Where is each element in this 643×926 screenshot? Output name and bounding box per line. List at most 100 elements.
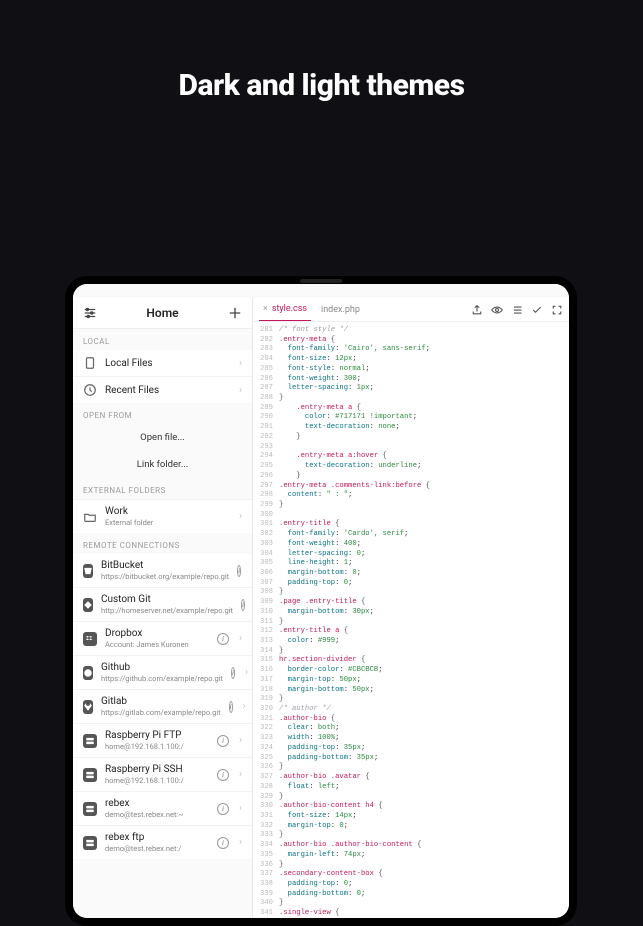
line-number: 338 <box>253 880 279 890</box>
settings-icon[interactable] <box>81 304 99 322</box>
section-label-open-from: OPEN FROM <box>73 403 252 424</box>
sidebar-item-remote[interactable]: Raspberry Pi SSHhome@192.168.1.100:/ i › <box>73 757 252 791</box>
line-number: 340 <box>253 899 279 909</box>
info-icon[interactable]: i <box>217 633 229 645</box>
line-number: 296 <box>253 472 279 482</box>
row-label: Raspberry Pi SSHhome@192.168.1.100:/ <box>105 764 209 785</box>
line-number: 324 <box>253 744 279 754</box>
connection-icon <box>83 598 93 612</box>
sidebar-item-remote[interactable]: BitBuckethttps://bitbucket.org/example/r… <box>73 554 252 587</box>
connection-icon <box>83 564 93 578</box>
sidebar-item-remote[interactable]: Githubhttps://github.com/example/repo.gi… <box>73 655 252 689</box>
line-number: 304 <box>253 550 279 560</box>
code-line: 319} <box>253 695 569 705</box>
connection-icon <box>83 734 97 748</box>
code-line: 328 float: left; <box>253 783 569 793</box>
sidebar-item-remote[interactable]: rebex ftpdemo@test.rebex.net:/i› <box>73 825 252 859</box>
line-number: 299 <box>253 501 279 511</box>
info-icon[interactable]: i <box>217 837 229 849</box>
line-number: 297 <box>253 482 279 492</box>
row-label: Custom Githttp://homeserver.net/example/… <box>101 594 233 615</box>
line-number: 291 <box>253 423 279 433</box>
code-line: 311} <box>253 618 569 628</box>
row-label: Recent Files <box>105 385 231 396</box>
sidebar-item-remote[interactable]: Gitlabhttps://gitlab.com/example/repo.gi… <box>73 689 252 723</box>
hero-title: Dark and light themes <box>0 68 643 103</box>
list-icon[interactable] <box>511 304 523 316</box>
line-number: 301 <box>253 520 279 530</box>
sidebar-item-remote[interactable]: DropboxAccount: James Kuroneni› <box>73 621 252 655</box>
code-line: 324 padding-top: 35px; <box>253 744 569 754</box>
line-number: 310 <box>253 608 279 618</box>
line-number: 292 <box>253 433 279 443</box>
code-line: 287 letter-spacing: 1px; <box>253 384 569 394</box>
row-label: Gitlabhttps://gitlab.com/example/repo.gi… <box>101 696 221 717</box>
tab-index-php[interactable]: index.php <box>317 298 364 321</box>
app-screen: Home LOCAL Local Files › Recent Files <box>73 284 569 918</box>
code-line: 303 font-weight: 400; <box>253 540 569 550</box>
line-number: 328 <box>253 783 279 793</box>
chevron-right-icon: › <box>239 769 242 780</box>
tablet-frame: Home LOCAL Local Files › Recent Files <box>65 276 577 926</box>
code-line: 286 font-weight: 300; <box>253 375 569 385</box>
line-number: 300 <box>253 511 279 521</box>
info-icon[interactable]: i <box>217 735 229 747</box>
sidebar-item-recent-files[interactable]: Recent Files › <box>73 376 252 403</box>
chevron-right-icon: › <box>239 803 242 814</box>
code-line: 315hr.section-divider { <box>253 656 569 666</box>
sidebar-item-remote[interactable]: Raspberry Pi FTPhome@192.168.1.100:/i› <box>73 723 252 757</box>
code-line: 285 font-style: normal; <box>253 365 569 375</box>
row-label: Work External folder <box>105 506 231 527</box>
code-line: 317 margin-top: 50px; <box>253 676 569 686</box>
code-line: 301.entry-title { <box>253 520 569 530</box>
connection-icon <box>83 700 93 714</box>
info-icon[interactable]: i <box>229 701 233 713</box>
info-icon[interactable]: i <box>217 803 229 815</box>
code-line: 325 padding-bottom: 35px; <box>253 754 569 764</box>
line-number: 315 <box>253 656 279 666</box>
row-label: Raspberry Pi FTPhome@192.168.1.100:/ <box>105 730 209 751</box>
sidebar-item-remote[interactable]: Custom Githttp://homeserver.net/example/… <box>73 587 252 621</box>
code-line: 337.secondary-content-box { <box>253 870 569 880</box>
code-line: 338 padding-top: 0; <box>253 880 569 890</box>
open-file-link[interactable]: Open file... <box>73 424 252 451</box>
line-number: 289 <box>253 404 279 414</box>
info-icon[interactable]: i <box>237 565 241 577</box>
chevron-right-icon: › <box>239 837 242 848</box>
chevron-right-icon: › <box>239 511 242 522</box>
line-number: 285 <box>253 365 279 375</box>
info-icon[interactable]: i <box>217 769 229 781</box>
code-line: 305 line-height: 1; <box>253 559 569 569</box>
code-line: 307 padding-top: 0; <box>253 579 569 589</box>
chevron-right-icon: › <box>239 358 242 369</box>
code-line: 309.page .entry-title { <box>253 598 569 608</box>
editor-pane: × style.css index.php 281/* <box>253 298 569 918</box>
line-number: 334 <box>253 841 279 851</box>
info-icon[interactable]: i <box>241 599 245 611</box>
line-number: 335 <box>253 851 279 861</box>
code-line: 308} <box>253 588 569 598</box>
eye-icon[interactable] <box>491 304 503 316</box>
code-line: 298 content: " : "; <box>253 491 569 501</box>
sidebar-header: Home <box>73 298 252 329</box>
line-number: 337 <box>253 870 279 880</box>
info-icon[interactable]: i <box>231 667 235 679</box>
link-folder-link[interactable]: Link folder... <box>73 451 252 478</box>
sidebar: Home LOCAL Local Files › Recent Files <box>73 298 253 918</box>
close-tab-icon[interactable]: × <box>263 304 268 314</box>
tab-style-css[interactable]: × style.css <box>259 298 311 321</box>
code-line: 281/* font style */ <box>253 326 569 336</box>
editor-toolbar <box>471 304 563 316</box>
line-number: 311 <box>253 618 279 628</box>
code-area[interactable]: 281/* font style */282.entry-meta {283 f… <box>253 322 569 918</box>
check-icon[interactable] <box>531 304 543 316</box>
share-icon[interactable] <box>471 304 483 316</box>
sidebar-item-local-files[interactable]: Local Files › <box>73 350 252 376</box>
add-button[interactable] <box>226 304 244 322</box>
expand-icon[interactable] <box>551 304 563 316</box>
sidebar-item-external-work[interactable]: Work External folder › <box>73 499 252 533</box>
line-number: 306 <box>253 569 279 579</box>
code-line: 296 } <box>253 472 569 482</box>
sidebar-item-remote[interactable]: rebexdemo@test.rebex.net:~i› <box>73 791 252 825</box>
code-line: 334.author-bio .author-bio-content { <box>253 841 569 851</box>
